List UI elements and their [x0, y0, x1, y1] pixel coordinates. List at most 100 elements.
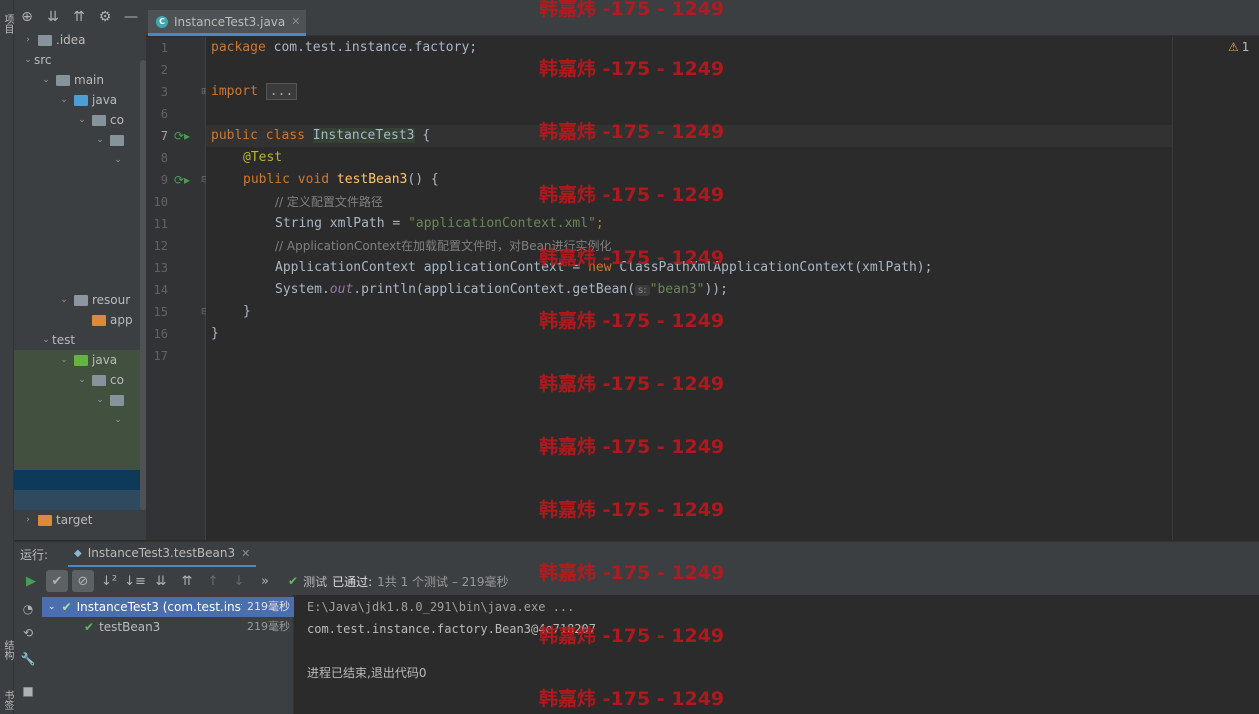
folder-icon — [38, 514, 52, 526]
parameter-hint: s: — [635, 285, 650, 296]
folder-icon — [110, 134, 124, 146]
run-toolbar: ▶ ✔ ⊘ ↓² ↓≡ ⇊ ⇈ ↑ ↓ » ✔ 测试 已通过: 1共 1 个测试… — [14, 567, 1259, 595]
expand-all-icon[interactable]: ⇊ — [42, 6, 64, 28]
chevron-down-icon[interactable]: ⌄ — [112, 410, 124, 430]
tree-item[interactable]: ⌄ — [94, 130, 128, 150]
tree-item-label: main — [74, 73, 104, 87]
tree-item[interactable]: ⌄ test — [40, 330, 75, 350]
close-icon[interactable]: ✕ — [291, 15, 300, 28]
console-line: E:\Java\jdk1.8.0_291\bin\java.exe ... — [307, 600, 575, 614]
tree-item[interactable]: ⌄ main — [40, 70, 104, 90]
tree-item[interactable]: ⌄ — [94, 390, 128, 410]
chevron-down-icon[interactable]: ⌄ — [112, 150, 124, 170]
run-test-icon[interactable]: ⟳▸ — [174, 125, 190, 147]
rerun-failed-icon[interactable]: ⟲ — [20, 625, 36, 641]
code-line-15: } — [243, 304, 251, 319]
code-line-12: // ApplicationContext在加载配置文件时，对Bean进行实例化 — [275, 239, 612, 253]
tree-item[interactable]: › target — [22, 510, 93, 530]
expand-all-icon[interactable]: ⇊ — [150, 570, 172, 592]
test-results-tree: ⌄ ✔ InstanceTest3 (com.test.insta 219毫秒 … — [42, 595, 294, 714]
structure-tool-tab[interactable]: 结构 — [1, 640, 13, 660]
stop-icon[interactable]: ■ — [20, 683, 36, 699]
code-line-7: public class InstanceTest3 { — [211, 128, 431, 143]
chevron-down-icon[interactable]: ⌄ — [40, 330, 52, 350]
wrench-icon[interactable]: 🔧 — [20, 651, 36, 667]
line-number: 13 — [153, 261, 168, 275]
tree-item[interactable]: ⌄ resour — [58, 290, 130, 310]
chevron-down-icon[interactable]: ⌄ — [58, 350, 70, 370]
line-number: 8 — [160, 151, 168, 165]
toggle-auto-test-icon[interactable]: ◔ — [20, 601, 36, 617]
chevron-down-icon[interactable]: ⌄ — [76, 110, 88, 130]
tree-item[interactable]: ⌄ src — [22, 50, 52, 70]
line-number: 12 — [153, 239, 168, 253]
tab-instancetest3[interactable]: C InstanceTest3.java ✕ — [148, 10, 307, 36]
bookmarks-tool-tab[interactable]: 书签 — [1, 690, 13, 710]
close-icon[interactable]: ✕ — [241, 547, 250, 560]
tree-item[interactable]: ⌄ co — [76, 370, 124, 390]
tab-label: InstanceTest3.java — [174, 14, 286, 29]
gear-icon[interactable]: ⚙ — [94, 6, 116, 28]
chevron-down-icon[interactable]: ⌄ — [94, 390, 106, 410]
minimize-icon[interactable]: — — [120, 6, 142, 28]
run-tab[interactable]: ◆ InstanceTest3.testBean3 ✕ — [68, 542, 257, 568]
tree-item-label: src — [34, 53, 52, 67]
sort-alpha-icon[interactable]: ↓² — [98, 570, 120, 592]
line-number: 11 — [153, 217, 168, 231]
chevron-right-icon[interactable]: › — [22, 510, 34, 530]
project-panel: ⊕ ⇊ ⇈ ⚙ — › .idea ⌄ src ⌄ main ⌄ java ⌄ co ⌄ ⌄ ⌄ reso… — [14, 0, 146, 540]
next-failed-icon[interactable]: ↓ — [228, 570, 250, 592]
chevron-down-icon[interactable]: ⌄ — [40, 70, 52, 90]
chevron-down-icon[interactable]: ⌄ — [76, 370, 88, 390]
run-test-icon[interactable]: ⟳▸ — [174, 169, 190, 191]
tree-item[interactable]: ⌄ java — [58, 350, 117, 370]
tree-item-label: target — [56, 513, 93, 527]
line-number: 2 — [160, 63, 168, 77]
tree-selected-row[interactable] — [14, 470, 146, 490]
sort-duration-icon[interactable]: ↓≡ — [124, 570, 146, 592]
xml-file-icon — [92, 314, 106, 326]
inspection-widget[interactable]: ⚠ 1 — [1228, 40, 1249, 54]
tree-item[interactable]: › .idea — [22, 30, 86, 50]
tree-item[interactable]: ⌄ — [112, 410, 124, 430]
tree-item[interactable]: ⌄ co — [76, 110, 124, 130]
show-passed-icon[interactable]: ✔ — [46, 570, 68, 592]
tree-item[interactable]: ⌄ java — [58, 90, 117, 110]
chevron-down-icon[interactable]: ⌄ — [94, 130, 106, 150]
line-number: 1 — [160, 41, 168, 55]
chevron-right-icon[interactable]: › — [22, 30, 34, 50]
test-row[interactable]: ⌄ ✔ InstanceTest3 (com.test.insta 219毫秒 — [42, 597, 294, 617]
chevron-down-icon[interactable]: ⌄ — [48, 597, 56, 617]
right-margin-guide — [1172, 37, 1173, 540]
chevron-down-icon[interactable]: ⌄ — [58, 290, 70, 310]
tree-item-label: .idea — [56, 33, 86, 47]
line-number: 16 — [153, 327, 168, 341]
rerun-icon[interactable]: ▶ — [20, 570, 42, 592]
prev-failed-icon[interactable]: ↑ — [202, 570, 224, 592]
folder-icon — [74, 354, 88, 366]
left-tool-strip: 项目 结构 书签 — [0, 0, 14, 714]
collapse-all-icon[interactable]: ⇈ — [68, 6, 90, 28]
test-row[interactable]: ✔ testBean3 219毫秒 — [42, 617, 294, 637]
collapse-all-icon[interactable]: ⇈ — [176, 570, 198, 592]
run-side-toolbar: ◔ ⟲ 🔧 ■ — [14, 595, 42, 714]
code-line-8: @Test — [243, 150, 283, 165]
code-line-16: } — [211, 326, 219, 341]
tree-item[interactable]: app — [76, 310, 133, 330]
project-tool-tab[interactable]: 项目 — [1, 14, 13, 34]
locate-icon[interactable]: ⊕ — [16, 6, 38, 28]
tree-item-label: app — [110, 313, 133, 327]
code-line-10: // 定义配置文件路径 — [275, 195, 383, 209]
folder-icon — [92, 114, 106, 126]
chevron-down-icon[interactable]: ⌄ — [58, 90, 70, 110]
code-line-14: System.out.println(applicationContext.ge… — [275, 282, 728, 297]
chevron-down-icon[interactable]: ⌄ — [22, 50, 34, 70]
show-ignored-icon[interactable]: ⊘ — [72, 570, 94, 592]
more-icon[interactable]: » — [254, 570, 276, 592]
tree-item[interactable]: ⌄ — [112, 150, 124, 170]
console-output[interactable]: E:\Java\jdk1.8.0_291\bin\java.exe ... co… — [295, 595, 1259, 714]
line-number: 6 — [160, 107, 168, 121]
main-toolbar-strip — [146, 0, 1259, 10]
folder-icon — [74, 94, 88, 106]
warning-icon: ⚠ — [1228, 40, 1239, 54]
